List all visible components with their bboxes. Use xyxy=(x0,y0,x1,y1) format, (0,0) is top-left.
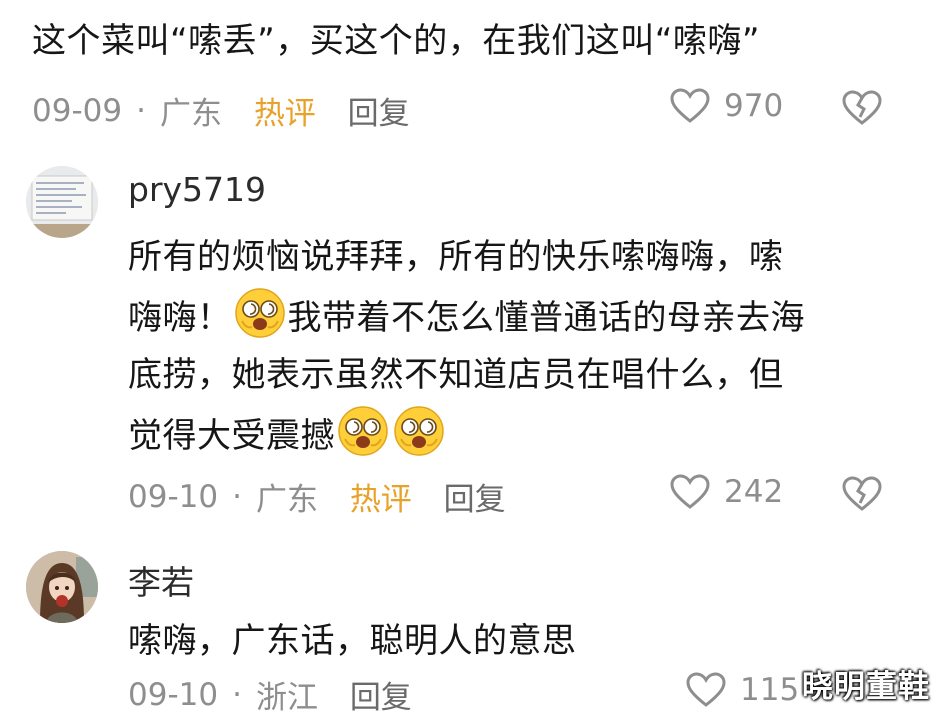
comment-meta: 09-09 · 广东 热评 回复 xyxy=(32,88,410,133)
like-button[interactable]: 242 xyxy=(670,474,783,510)
comment-text-line: 觉得大受震撼 xyxy=(128,405,447,466)
meta-separator: · xyxy=(232,478,242,515)
avatar[interactable] xyxy=(26,551,98,623)
comment-meta: 09-10 · 浙江 回复 xyxy=(128,672,412,717)
comment-date: 09-10 xyxy=(128,478,219,515)
comment-text-line: 嗨嗨！ 我带着不怎么懂普通话的母亲去海 xyxy=(128,287,805,348)
meta-separator: · xyxy=(232,676,242,713)
comment-text: 这个菜叫“嗦丢”，买这个的，在我们这叫“嗦嗨” xyxy=(32,21,760,61)
reply-button[interactable]: 回复 xyxy=(348,88,410,133)
like-button[interactable]: 115 xyxy=(686,672,799,708)
username[interactable]: 李若 xyxy=(128,556,194,604)
heart-icon xyxy=(686,672,726,707)
meta-separator: · xyxy=(136,92,146,129)
comment-location: 广东 xyxy=(159,96,222,132)
broken-heart-icon[interactable] xyxy=(842,476,882,512)
comment-text-line: 底捞，她表示虽然不知道店员在唱什么，但 xyxy=(128,355,784,395)
comment-date: 09-09 xyxy=(32,92,123,129)
heart-icon xyxy=(670,474,710,509)
reply-button[interactable]: 回复 xyxy=(350,672,412,717)
comment-text: 嗦嗨，广东话，聪明人的意思 xyxy=(128,621,577,661)
hot-comment-badge: 热评 xyxy=(253,96,316,132)
like-button[interactable]: 970 xyxy=(670,88,783,124)
heart-icon xyxy=(670,88,710,123)
like-count: 115 xyxy=(740,672,800,708)
comment-text-fragment: 觉得大受震撼 xyxy=(128,416,335,456)
watermark: 晓明董鞋 xyxy=(802,669,930,705)
hot-comment-badge: 热评 xyxy=(349,482,412,518)
comment-location: 广东 xyxy=(255,482,318,518)
comment-location: 浙江 xyxy=(255,680,318,716)
dizzy-face-emoji-icon xyxy=(234,288,285,338)
note-photo-avatar-icon xyxy=(26,166,98,238)
anime-girl-avatar-icon xyxy=(26,551,98,623)
like-count: 242 xyxy=(724,474,784,510)
username[interactable]: pry5719 xyxy=(128,170,266,209)
dizzy-face-emoji-icon xyxy=(394,406,444,456)
like-count: 970 xyxy=(724,88,784,124)
comment-text-line: 所有的烦恼说拜拜，所有的快乐嗦嗨嗨，嗦 xyxy=(128,237,784,277)
comment-text-fragment: 我带着不怎么懂普通话的母亲去海 xyxy=(287,298,805,338)
comment-meta: 09-10 · 广东 热评 回复 xyxy=(128,474,506,519)
comment-date: 09-10 xyxy=(128,676,219,713)
comment-text-fragment: 嗨嗨！ xyxy=(128,298,232,338)
avatar[interactable] xyxy=(26,166,98,238)
dizzy-face-emoji-icon xyxy=(338,406,388,456)
reply-button[interactable]: 回复 xyxy=(444,474,506,519)
broken-heart-icon[interactable] xyxy=(842,90,882,126)
